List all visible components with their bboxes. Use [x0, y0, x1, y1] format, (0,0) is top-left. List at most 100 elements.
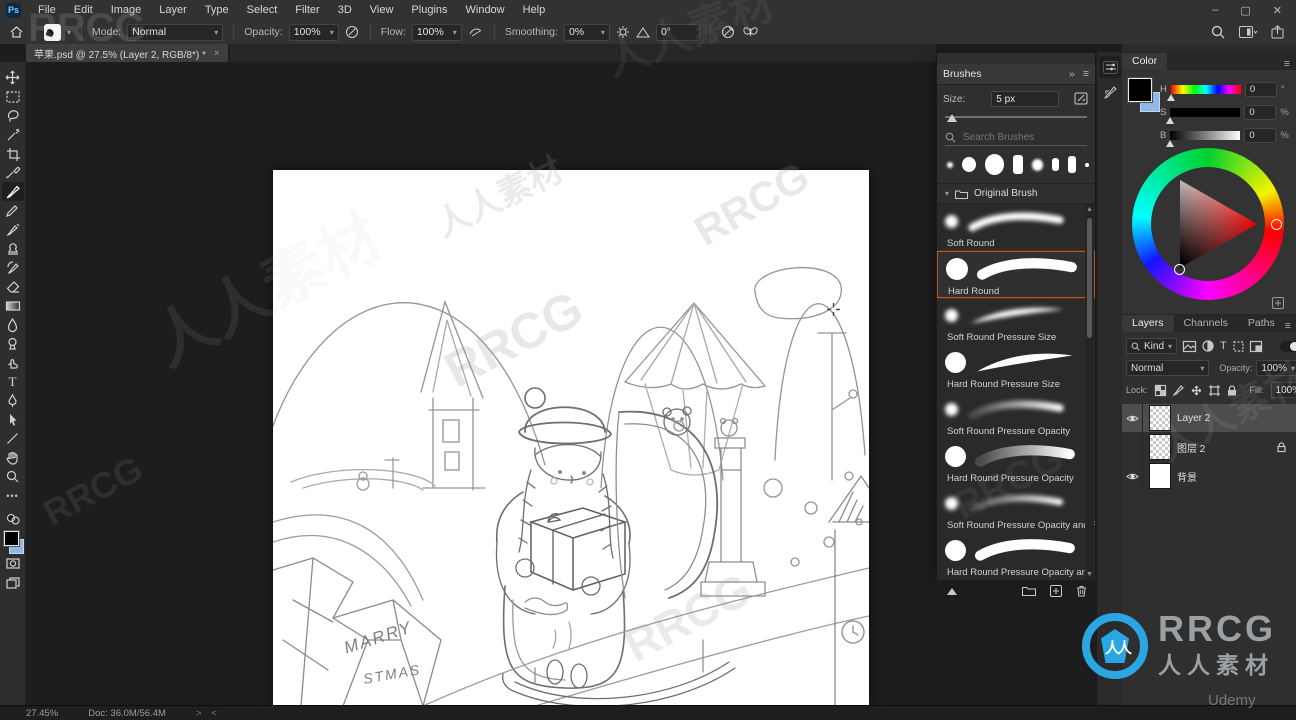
airbrush-icon[interactable]	[468, 25, 484, 39]
foreground-color-swatch[interactable]	[2, 530, 20, 547]
eraser-tool[interactable]	[2, 277, 24, 296]
new-brush-icon[interactable]	[1050, 585, 1062, 597]
search-icon[interactable]	[1211, 25, 1225, 39]
flow-select[interactable]: 100% ▾	[411, 23, 462, 41]
tab-close-icon[interactable]: ×	[214, 48, 220, 59]
layer-name[interactable]: 背景	[1177, 469, 1197, 484]
layer-filtering-toggle[interactable]	[1280, 340, 1296, 352]
brightness-value-input[interactable]: 0	[1244, 128, 1277, 143]
brush-item-soft-round-pressure-opacity[interactable]: Soft Round Pressure Opacity	[937, 392, 1095, 439]
clone-stamp-tool[interactable]	[2, 239, 24, 258]
document-size-info[interactable]: Doc: 36.0M/56.4M	[88, 708, 166, 719]
maximize-button[interactable]: ▢	[1240, 4, 1250, 17]
menu-layer[interactable]: Layer	[150, 0, 196, 20]
smoothing-gear-icon[interactable]	[616, 25, 630, 39]
hsv-triangle[interactable]	[1151, 167, 1265, 281]
add-swatch-icon[interactable]	[1272, 296, 1284, 314]
menu-image[interactable]: Image	[102, 0, 151, 20]
tab-channels[interactable]: Channels	[1174, 315, 1238, 332]
lock-position-icon[interactable]	[1191, 385, 1202, 396]
eyedropper-tool[interactable]	[2, 163, 24, 182]
recent-brush-dot[interactable]	[984, 154, 1005, 175]
menu-plugins[interactable]: Plugins	[402, 0, 456, 20]
edit-toolbar-ellipsis-icon[interactable]: •••	[2, 486, 24, 505]
status-prev-icon[interactable]: <	[211, 708, 217, 719]
menu-3d[interactable]: 3D	[329, 0, 361, 20]
menu-view[interactable]: View	[361, 0, 403, 20]
menu-select[interactable]: Select	[238, 0, 287, 20]
brushes-panel-menu-icon[interactable]: ≡	[1083, 68, 1089, 80]
layer-row-background[interactable]: 背景	[1122, 462, 1296, 490]
layer-row-layer-2[interactable]: Layer 2	[1122, 404, 1296, 432]
dodge-tool[interactable]	[2, 334, 24, 353]
layer-thumbnail[interactable]	[1149, 405, 1171, 431]
minimize-button[interactable]: –	[1212, 4, 1218, 16]
brush-angle-input[interactable]: 0°	[655, 23, 700, 41]
layer-thumbnail[interactable]	[1149, 463, 1171, 489]
filter-adjustment-layers-icon[interactable]	[1202, 340, 1214, 352]
brush-tool[interactable]	[1, 182, 24, 201]
brush-list-scrollbar[interactable]: ▲ ▼	[1085, 204, 1094, 580]
lock-transparency-icon[interactable]	[1154, 384, 1166, 396]
brightness-slider[interactable]	[1166, 131, 1241, 147]
hue-slider[interactable]	[1166, 85, 1241, 101]
brush-size-slider[interactable]	[945, 111, 1087, 123]
line-tool[interactable]	[2, 429, 24, 448]
slider-thumb[interactable]	[947, 113, 957, 122]
search-brushes-input[interactable]	[961, 130, 1085, 144]
foreground-color-swatch[interactable]	[1127, 77, 1153, 103]
color-panel-menu-icon[interactable]: ≡	[1284, 58, 1296, 70]
filter-type-layers-icon[interactable]: T	[1220, 340, 1227, 352]
brush-preset-picker[interactable]	[44, 23, 61, 41]
saturation-slider-thumb[interactable]	[1166, 117, 1175, 124]
menu-type[interactable]: Type	[196, 0, 238, 20]
lock-all-icon[interactable]	[1227, 384, 1237, 396]
canvas-artboard[interactable]: MARRY STMAS	[273, 170, 869, 706]
recent-brush-tip[interactable]	[1013, 155, 1024, 174]
pen-tool[interactable]	[2, 391, 24, 410]
delete-brush-trash-icon[interactable]	[1076, 585, 1087, 597]
recent-brushes-strip[interactable]	[937, 146, 1095, 184]
brush-settings-panel-icon[interactable]	[1099, 56, 1121, 78]
brush-item-hard-round-pressure-size[interactable]: Hard Round Pressure Size	[937, 345, 1095, 392]
visibility-eye-icon[interactable]	[1122, 462, 1143, 490]
recent-brush-tip[interactable]	[1067, 156, 1077, 173]
menu-window[interactable]: Window	[457, 0, 514, 20]
saturation-slider[interactable]	[1166, 108, 1241, 124]
screen-mode-icon[interactable]	[2, 573, 24, 592]
blend-mode-select[interactable]: Normal ▾	[127, 23, 224, 41]
home-icon[interactable]	[10, 26, 23, 38]
symmetry-butterfly-icon[interactable]	[742, 25, 759, 39]
layer-name[interactable]: Layer 2	[1177, 413, 1210, 424]
scroll-up-icon[interactable]: ▲	[1085, 206, 1094, 213]
layer-blend-mode-select[interactable]: Normal ▾	[1126, 360, 1210, 376]
tab-paths[interactable]: Paths	[1238, 315, 1285, 332]
layer-name[interactable]: 图层 2	[1177, 440, 1205, 455]
recent-brush-dot[interactable]	[1032, 158, 1044, 171]
path-selection-tool[interactable]	[2, 410, 24, 429]
lock-pixels-brush-icon[interactable]	[1172, 384, 1184, 396]
hue-value-input[interactable]: 0	[1244, 82, 1277, 97]
recent-brush-tip[interactable]	[1052, 158, 1059, 171]
pressure-opacity-icon[interactable]	[345, 25, 360, 39]
menu-help[interactable]: Help	[514, 0, 555, 20]
lasso-tool[interactable]	[2, 106, 24, 125]
layers-panel-menu-icon[interactable]: ≡	[1285, 320, 1296, 332]
filter-shape-layers-icon[interactable]	[1233, 340, 1244, 352]
color-wheel[interactable]	[1132, 148, 1284, 300]
brush-item-hard-round-pressure-opacity[interactable]: Hard Round Pressure Opacity	[937, 439, 1095, 486]
layer-thumbnail[interactable]	[1149, 434, 1171, 460]
rectangular-marquee-tool[interactable]	[2, 87, 24, 106]
status-next-icon[interactable]: >	[196, 708, 202, 719]
brush-item-soft-round-pressure-size[interactable]: Soft Round Pressure Size	[937, 298, 1095, 345]
brush-item-hard-round[interactable]: Hard Round	[937, 250, 1095, 299]
brush-settings-toggle-icon[interactable]	[1074, 92, 1089, 106]
lock-artboard-icon[interactable]	[1208, 384, 1220, 396]
close-button[interactable]: ✕	[1273, 4, 1282, 17]
default-colors-icon[interactable]	[2, 509, 24, 528]
saturation-value-input[interactable]: 0	[1244, 105, 1277, 120]
zoom-tool[interactable]	[2, 467, 24, 486]
workspace-switcher-icon[interactable]	[1239, 25, 1258, 39]
type-tool[interactable]: T	[2, 372, 24, 391]
color-swatches[interactable]	[2, 528, 24, 554]
